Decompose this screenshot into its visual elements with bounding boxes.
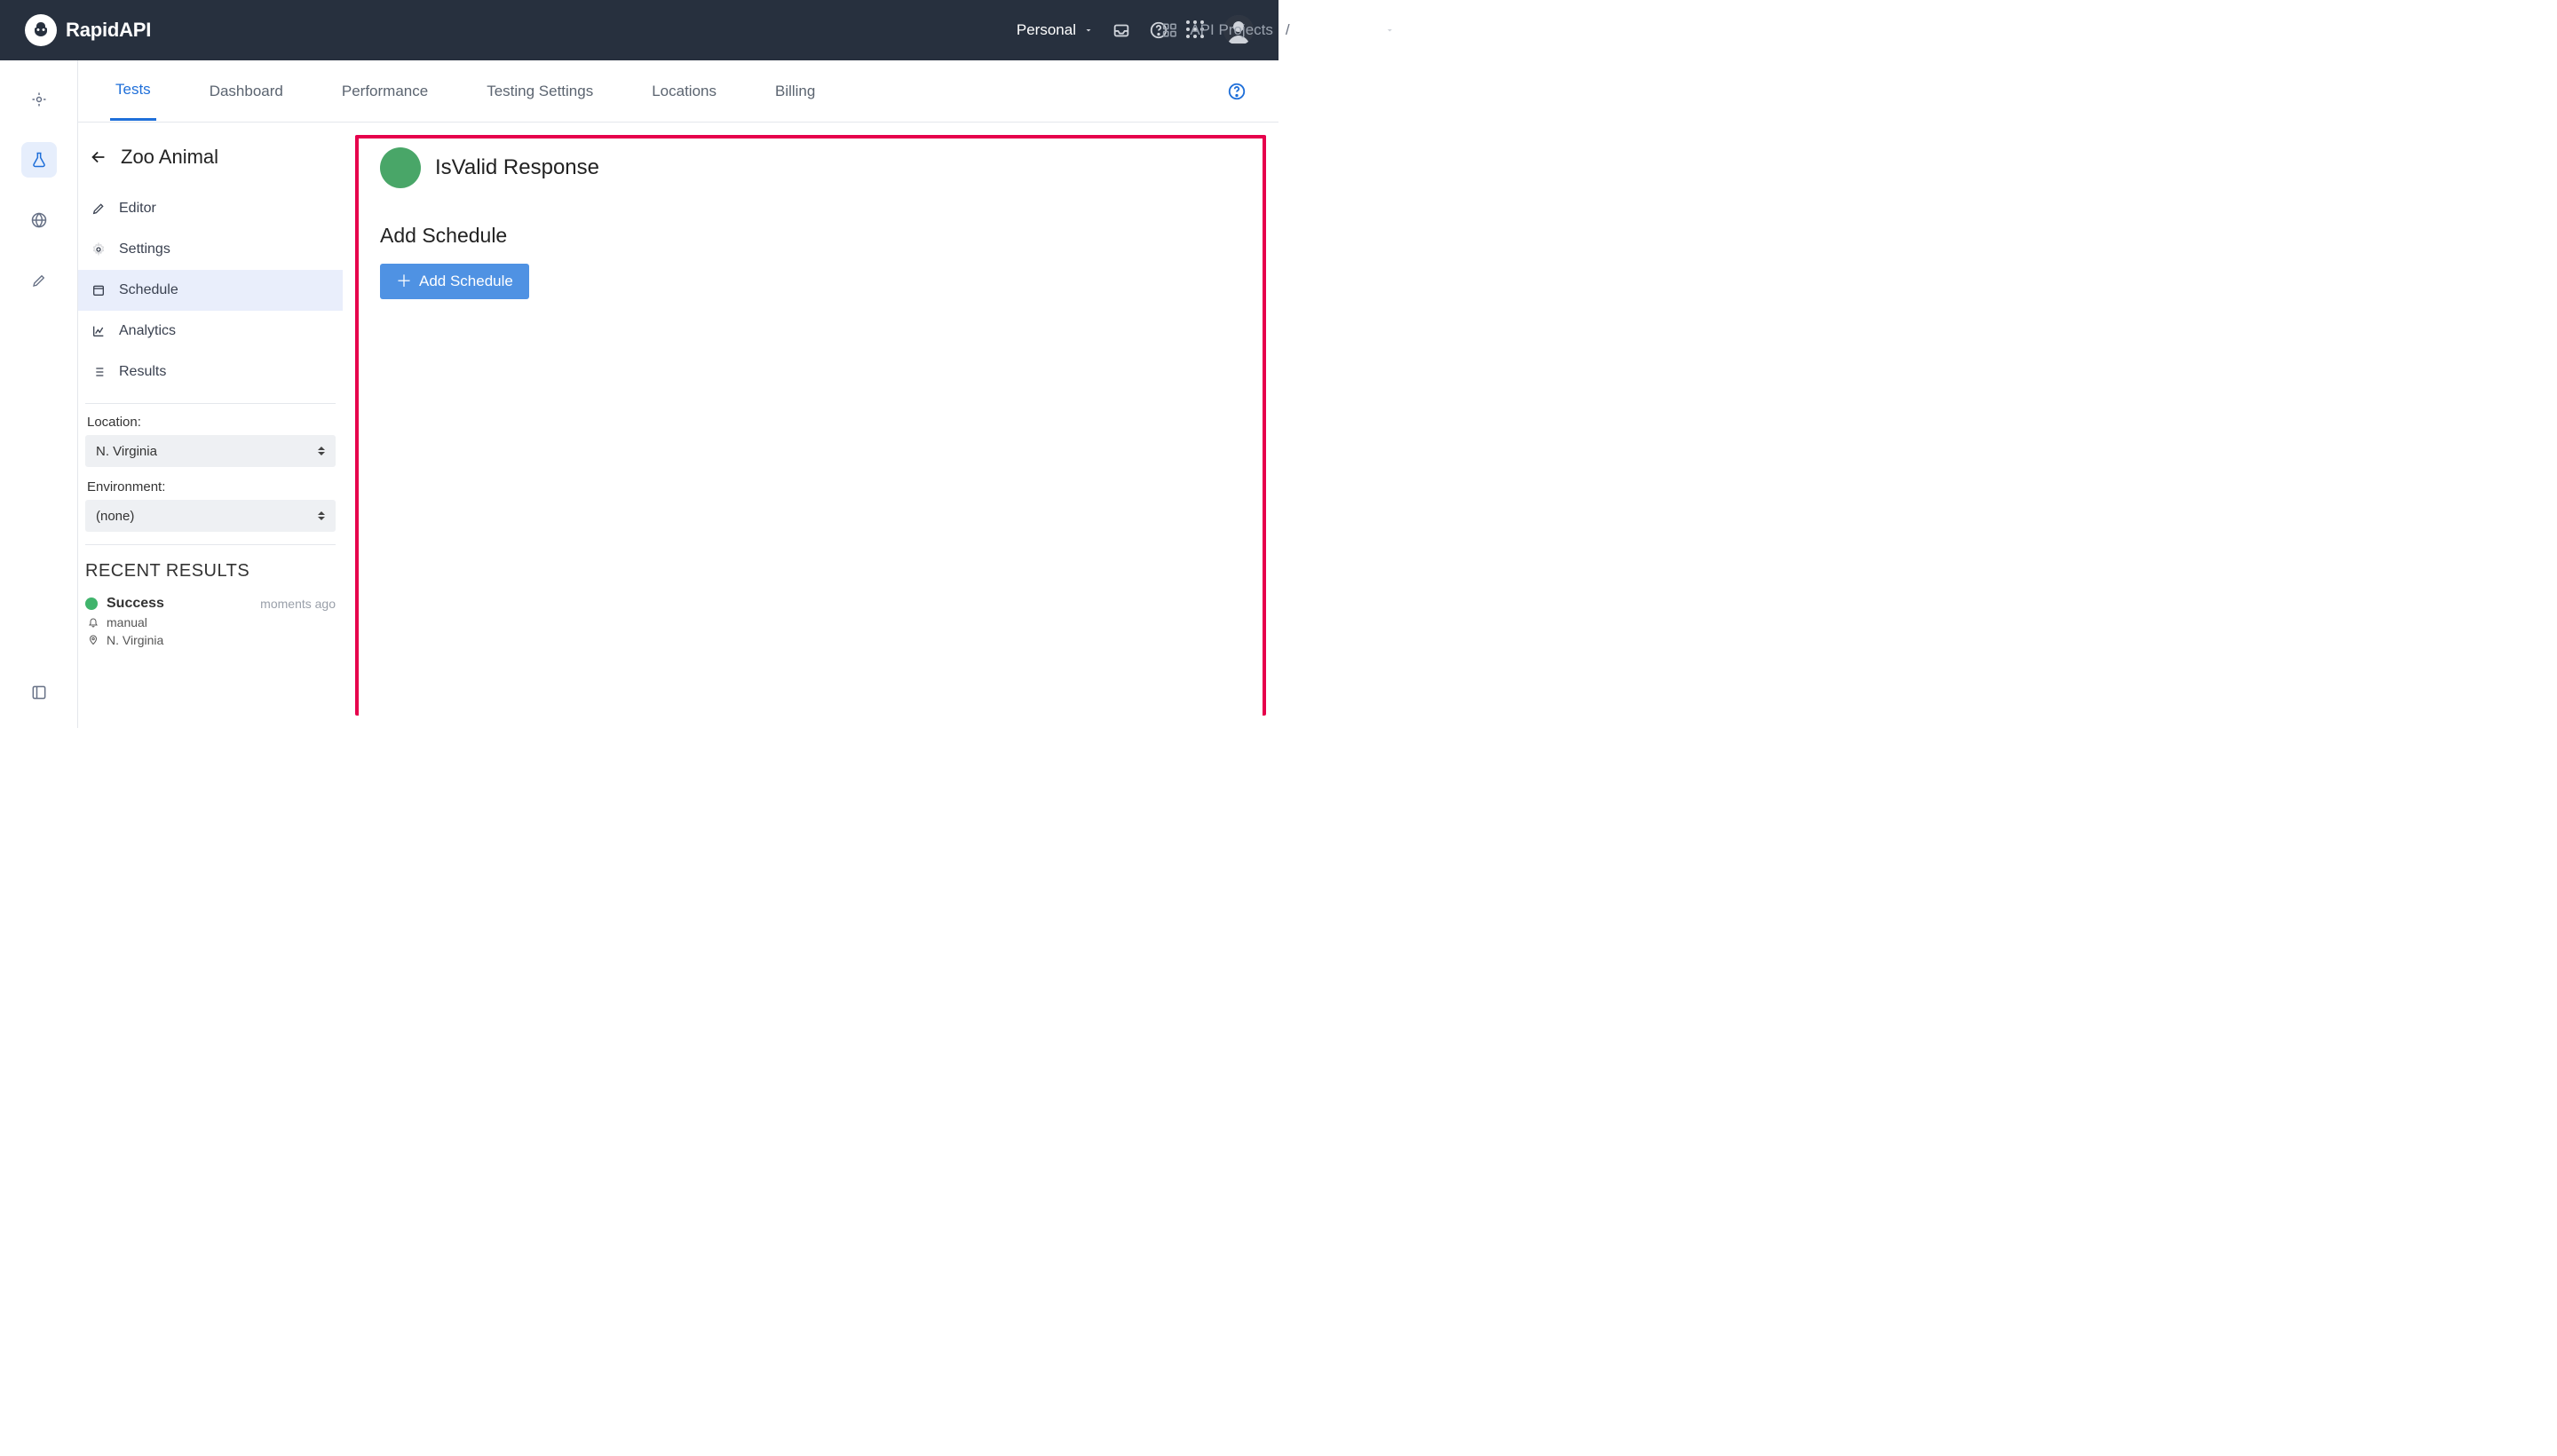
plus-icon: ＋ [396, 273, 412, 289]
sidebar: Zoo Animal Editor Settings Schedule [78, 123, 343, 728]
test-title: IsValid Response [435, 155, 599, 180]
calendar-icon [91, 282, 107, 298]
sort-icon [318, 511, 325, 520]
result-trigger: manual [107, 615, 147, 629]
add-schedule-label: Add Schedule [419, 273, 513, 290]
main-panel: IsValid Response Add Schedule ＋ Add Sche… [343, 123, 1278, 728]
chevron-down-icon [1083, 25, 1094, 36]
test-header: IsValid Response [380, 147, 1241, 188]
sidebar-item-label: Schedule [119, 282, 178, 298]
breadcrumb-projects[interactable]: API Projects [1190, 21, 1273, 39]
pencil-icon [91, 201, 107, 217]
sort-icon [318, 447, 325, 455]
highlight-box: IsValid Response Add Schedule ＋ Add Sche… [355, 135, 1266, 716]
grid-icon [1161, 22, 1177, 38]
breadcrumb-separator: / [1286, 21, 1290, 39]
brand-name: RapidAPI [66, 19, 151, 42]
sidebar-item-settings[interactable]: Settings [78, 229, 343, 270]
help-icon[interactable] [1227, 82, 1247, 101]
workspace-label: Personal [1017, 21, 1076, 39]
app-body: Tests Dashboard Performance Testing Sett… [0, 60, 1278, 728]
tab-tests[interactable]: Tests [110, 61, 156, 121]
rail-globe-icon[interactable] [21, 202, 57, 238]
tabs: Tests Dashboard Performance Testing Sett… [78, 60, 1278, 123]
recent-results-title: RECENT RESULTS [78, 556, 343, 592]
result-status: Success [107, 596, 164, 612]
sidebar-item-label: Analytics [119, 323, 176, 339]
sidebar-item-editor[interactable]: Editor [78, 188, 343, 229]
tab-testing-settings[interactable]: Testing Settings [481, 63, 598, 120]
list-icon [91, 364, 107, 380]
brand-logo[interactable]: RapidAPI [25, 14, 151, 46]
breadcrumb: API Projects / Zoo Animal [1161, 21, 1395, 39]
sidebar-item-schedule[interactable]: Schedule [78, 270, 343, 311]
bell-icon [87, 617, 99, 628]
sub-area: Tests Dashboard Performance Testing Sett… [78, 60, 1278, 728]
workspace-switcher[interactable]: Personal [1017, 21, 1094, 39]
sidebar-item-label: Editor [119, 201, 156, 217]
divider [85, 403, 336, 404]
breadcrumb-current-label: Zoo Animal [1302, 21, 1378, 39]
add-schedule-button[interactable]: ＋ Add Schedule [380, 264, 529, 299]
rail-target-icon[interactable] [21, 82, 57, 117]
environment-select[interactable]: (none) [85, 500, 336, 532]
chart-icon [91, 323, 107, 339]
sidebar-item-results[interactable]: Results [78, 352, 343, 392]
gear-icon [91, 241, 107, 257]
back-button[interactable] [89, 147, 108, 167]
brand-logo-icon [25, 14, 57, 46]
side-menu: Editor Settings Schedule Analytics [78, 188, 343, 392]
icon-rail [0, 60, 78, 728]
inbox-icon[interactable] [1112, 20, 1131, 40]
sidebar-title: Zoo Animal [121, 146, 218, 169]
rail-pencil-icon[interactable] [21, 263, 57, 298]
tab-performance[interactable]: Performance [336, 63, 433, 120]
location-label: Location: [78, 415, 343, 430]
rail-flask-icon[interactable] [21, 142, 57, 178]
sidebar-item-analytics[interactable]: Analytics [78, 311, 343, 352]
location-value: N. Virginia [96, 444, 157, 459]
status-dot-icon [85, 597, 98, 610]
pin-icon [87, 635, 99, 645]
sidebar-header: Zoo Animal [78, 137, 343, 185]
location-select[interactable]: N. Virginia [85, 435, 336, 467]
result-time: moments ago [260, 597, 336, 611]
breadcrumb-current[interactable]: Zoo Animal [1302, 21, 1396, 39]
rail-collapse-icon[interactable] [21, 675, 57, 710]
content-row: Zoo Animal Editor Settings Schedule [78, 123, 1278, 728]
recent-result-row[interactable]: Success moments ago manual N. Virginia [78, 592, 343, 656]
section-title: Add Schedule [380, 224, 1241, 248]
sidebar-item-label: Results [119, 364, 166, 380]
tab-billing[interactable]: Billing [770, 63, 820, 120]
tab-locations[interactable]: Locations [646, 63, 722, 120]
sidebar-item-label: Settings [119, 241, 170, 257]
chevron-down-icon [1385, 25, 1396, 36]
environment-label: Environment: [78, 479, 343, 495]
divider [85, 544, 336, 545]
tab-dashboard[interactable]: Dashboard [204, 63, 289, 120]
top-bar: RapidAPI API Projects / Zoo Animal Perso… [0, 0, 1278, 60]
environment-value: (none) [96, 509, 134, 524]
result-location: N. Virginia [107, 633, 163, 647]
status-circle-icon [380, 147, 421, 188]
